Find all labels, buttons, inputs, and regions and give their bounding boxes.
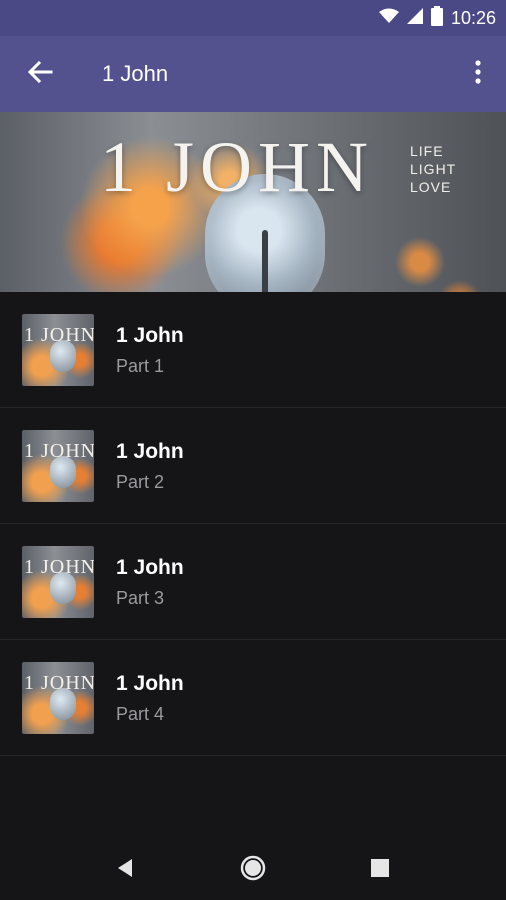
status-time: 10:26 (450, 7, 496, 28)
list-item[interactable]: 1 JOHN 1 John Part 1 (0, 292, 506, 408)
item-title: 1 John (116, 440, 184, 463)
list-item[interactable]: 1 JOHN 1 John Part 2 (0, 408, 506, 524)
nav-back-button[interactable] (106, 850, 146, 886)
nav-recent-button[interactable] (360, 850, 400, 886)
item-thumbnail: 1 JOHN (22, 314, 94, 386)
series-banner: 1 JOHN LIFE LIGHT LOVE (0, 112, 506, 292)
item-subtitle: Part 3 (116, 588, 165, 608)
sermon-list: 1 JOHN 1 John Part 1 1 JOHN 1 John Part … (0, 292, 506, 756)
wifi-icon (378, 8, 399, 29)
app-bar: 1 John (0, 36, 506, 112)
list-item[interactable]: 1 JOHN 1 John Part 4 (0, 640, 506, 756)
battery-icon (430, 5, 443, 31)
thumbnail-text: 1 JOHN (24, 556, 94, 578)
thumbnail-text: 1 JOHN (24, 324, 94, 346)
more-vert-icon (475, 59, 481, 89)
item-title: 1 John (116, 324, 184, 347)
overflow-menu-button[interactable] (464, 54, 492, 94)
back-button[interactable] (18, 54, 62, 94)
arrow-left-icon (27, 60, 53, 89)
nav-recent-icon (360, 859, 400, 890)
list-item[interactable]: 1 JOHN 1 John Part 3 (0, 524, 506, 640)
nav-home-icon (233, 855, 273, 890)
banner-words: LIFE LIGHT LOVE (410, 142, 456, 196)
nav-back-icon (106, 859, 146, 890)
nav-home-button[interactable] (233, 850, 273, 886)
item-thumbnail: 1 JOHN (22, 546, 94, 618)
item-thumbnail: 1 JOHN (22, 662, 94, 734)
item-subtitle: Part 4 (116, 704, 165, 724)
item-subtitle: Part 1 (116, 356, 165, 376)
item-title: 1 John (116, 556, 184, 579)
signal-icon (406, 7, 423, 29)
system-nav-bar (0, 836, 506, 900)
lightbulb-filament (262, 230, 268, 292)
thumbnail-text: 1 JOHN (24, 672, 94, 694)
banner-word-light: LIGHT (410, 161, 457, 177)
status-bar: 10:26 (0, 0, 506, 36)
banner-word-love: LOVE (410, 179, 452, 195)
item-subtitle: Part 2 (116, 472, 165, 492)
item-title: 1 John (116, 672, 184, 695)
banner-title: 1 JOHN (100, 127, 375, 207)
thumbnail-text: 1 JOHN (24, 440, 94, 462)
item-thumbnail: 1 JOHN (22, 430, 94, 502)
banner-word-life: LIFE (410, 143, 444, 159)
page-title: 1 John (102, 61, 169, 86)
status-icons: 10:26 (378, 0, 496, 36)
